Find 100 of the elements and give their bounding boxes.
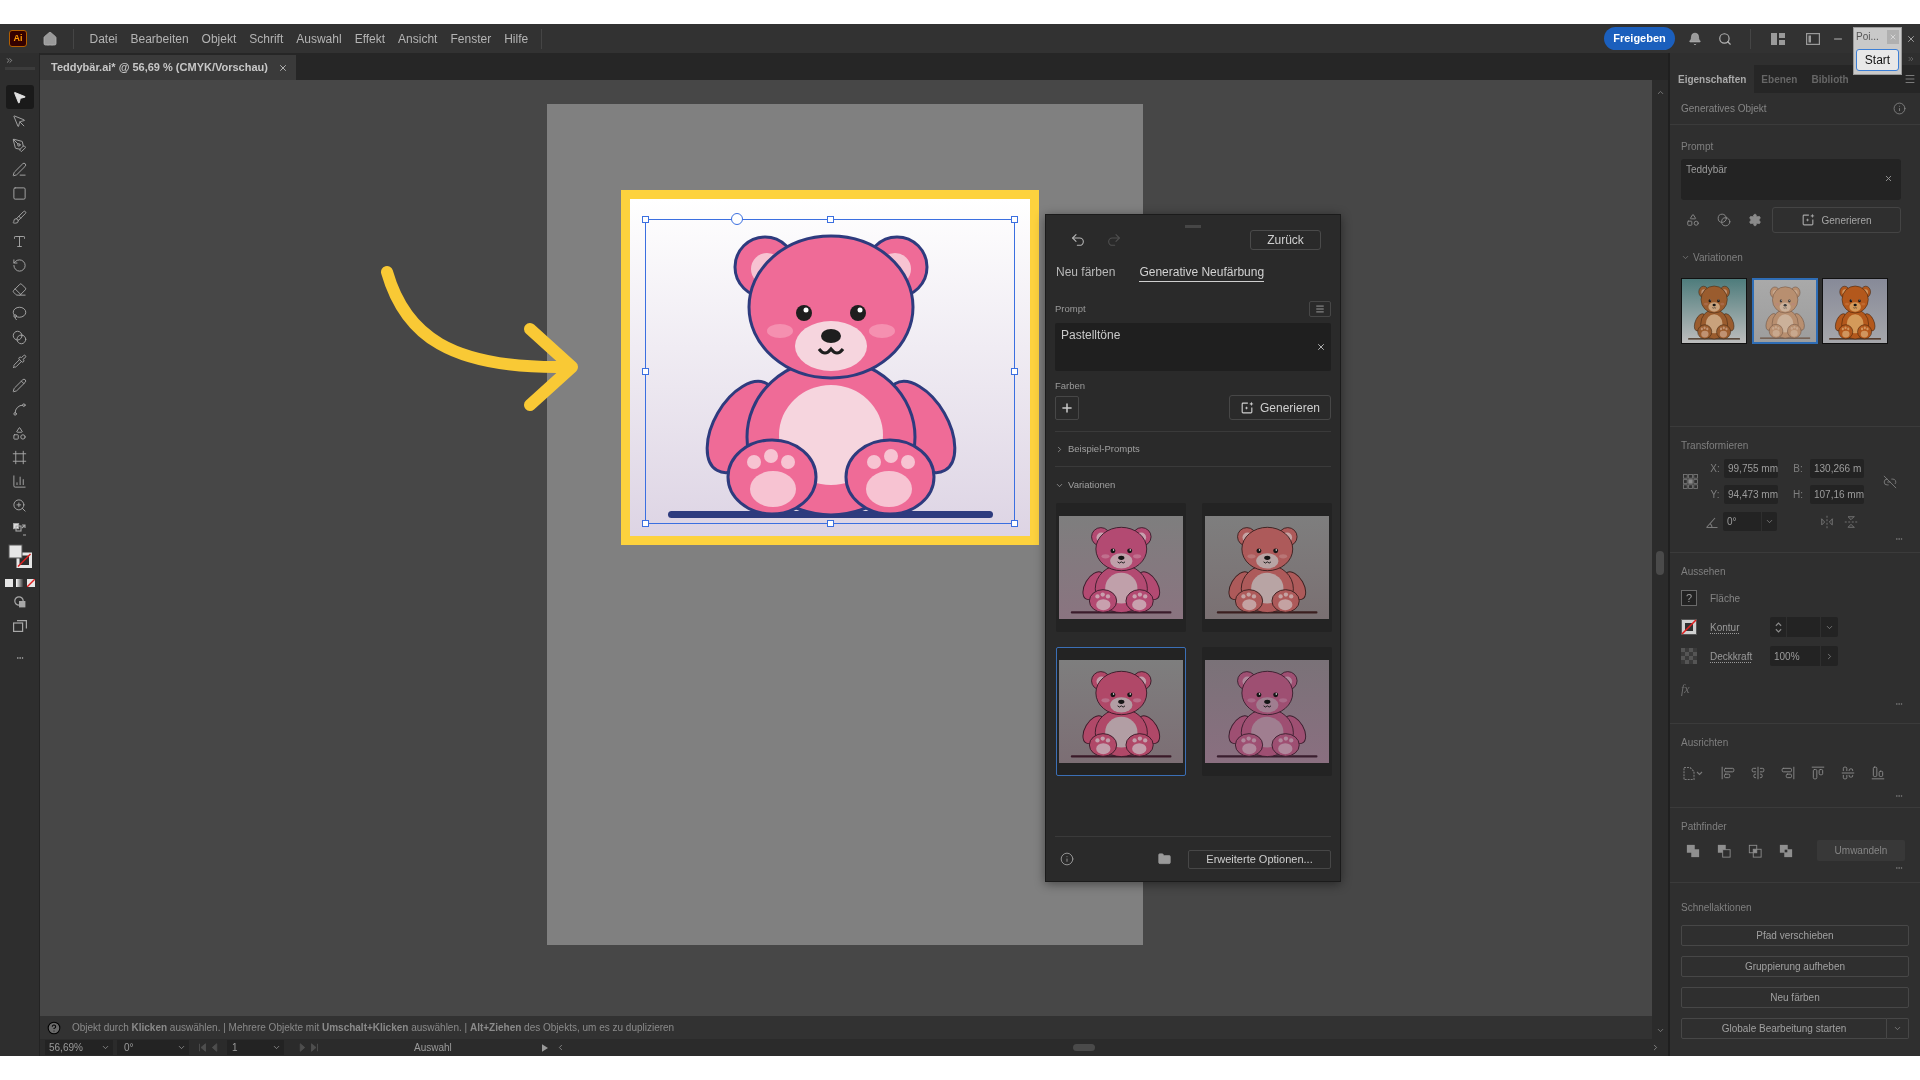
notifications-button[interactable]	[1688, 31, 1702, 46]
panel-layout-button[interactable]	[1806, 32, 1820, 45]
resize-handle[interactable]	[1011, 368, 1018, 375]
folder-button[interactable]	[1157, 852, 1172, 866]
advanced-options-button[interactable]: Erweiterte Optionen...	[1188, 849, 1331, 869]
quick-action-button[interactable]: Gruppierung aufheben	[1681, 956, 1909, 977]
prompt-field[interactable]: Teddybär	[1681, 159, 1901, 200]
menu-item[interactable]: Ansicht	[391, 27, 444, 50]
quick-action-button[interactable]: Neu färben	[1681, 987, 1909, 1008]
share-button[interactable]: Freigeben	[1604, 27, 1675, 50]
color-blend-button[interactable]	[1717, 213, 1731, 227]
artboard-field[interactable]: 1	[227, 1040, 284, 1055]
add-color-button[interactable]	[1055, 395, 1079, 420]
resize-handle[interactable]	[642, 216, 649, 223]
menu-item[interactable]: Hilfe	[497, 27, 535, 50]
resize-handle[interactable]	[827, 520, 834, 527]
section-toggle[interactable]: Variationen	[1055, 477, 1116, 493]
resize-handle[interactable]	[1011, 520, 1018, 527]
measurement-field[interactable]: 130,266 m	[1810, 459, 1864, 478]
info-button[interactable]	[1893, 102, 1906, 115]
exclude-icon[interactable]	[1779, 843, 1793, 858]
tool-menu-button[interactable]	[541, 1043, 548, 1052]
opacity-field[interactable]: 100%	[1770, 646, 1838, 666]
section-toggle[interactable]: Beispiel-Prompts	[1055, 441, 1140, 457]
quick-action-button[interactable]: Globale Bearbeitung starten	[1681, 1018, 1887, 1039]
rotation-field[interactable]: 0°	[117, 1040, 189, 1055]
align-top-button[interactable]	[1811, 766, 1825, 780]
style-reference-button[interactable]	[1686, 213, 1700, 227]
variation-thumbnail[interactable]	[1822, 278, 1888, 344]
settings-button[interactable]	[1748, 213, 1762, 227]
resize-handle[interactable]	[642, 368, 649, 375]
tool-button[interactable]	[5, 85, 34, 109]
align-to-dropdown-icon[interactable]	[1683, 766, 1703, 780]
opacity-link[interactable]: Deckkraft	[1710, 648, 1753, 664]
fill-swatch[interactable]: ?	[1681, 590, 1697, 606]
options-menu-button[interactable]	[1309, 301, 1331, 317]
scroll-right-button[interactable]	[1651, 1043, 1660, 1052]
align-bottom-button[interactable]	[1871, 766, 1885, 780]
minus-front-icon[interactable]	[1717, 843, 1731, 858]
flip-vertical-button[interactable]	[1844, 514, 1858, 529]
measurement-field[interactable]: 99,755 mm	[1724, 459, 1778, 478]
stroke-weight-field[interactable]	[1770, 617, 1838, 637]
clear-button[interactable]	[1316, 342, 1326, 352]
menu-item[interactable]: Datei	[83, 27, 124, 50]
align-center-button[interactable]	[1751, 766, 1765, 780]
menu-item[interactable]: Schrift	[242, 27, 290, 50]
close-tab-button[interactable]	[277, 62, 288, 73]
screen-mode-icon[interactable]	[12, 620, 27, 632]
undo-button[interactable]	[1070, 232, 1086, 248]
section-toggle[interactable]: Variationen	[1681, 249, 1743, 265]
clear-button[interactable]	[1884, 174, 1893, 183]
search-button[interactable]	[1718, 31, 1732, 46]
measurement-field[interactable]: 94,473 mm	[1724, 485, 1778, 504]
tab[interactable]: Generative Neufärbung	[1139, 265, 1265, 282]
scroll-thumb[interactable]	[1072, 1044, 1095, 1051]
start-button[interactable]: Start	[1856, 49, 1899, 71]
back-button[interactable]: Zurück	[1250, 230, 1321, 250]
fill-stroke-icon[interactable]	[7, 544, 32, 568]
flip-horizontal-button[interactable]	[1820, 514, 1834, 529]
draw-mode-icon[interactable]	[13, 596, 26, 608]
align-left-button[interactable]	[1721, 766, 1735, 780]
constrain-button[interactable]	[1883, 474, 1897, 489]
swap-colors-icon[interactable]	[12, 523, 27, 537]
menu-item[interactable]: Auswahl	[289, 27, 349, 50]
align-middle-button[interactable]	[1841, 766, 1855, 780]
resize-handle[interactable]	[1011, 216, 1018, 223]
stroke-swatch-icon[interactable]	[1681, 619, 1697, 635]
no-color-swatch-icon[interactable]	[26, 579, 35, 587]
measurement-field[interactable]: 107,16 mm	[1810, 485, 1864, 504]
reference-point-icon[interactable]	[1683, 474, 1698, 489]
menu-item[interactable]: Effekt	[348, 27, 392, 50]
variation-thumbnail[interactable]	[1202, 503, 1332, 632]
menu-item[interactable]: Objekt	[195, 27, 243, 50]
unite-icon[interactable]	[1686, 843, 1700, 858]
quick-action-button[interactable]: Pfad verschieben	[1681, 925, 1909, 946]
variation-thumbnail[interactable]	[1056, 503, 1186, 632]
resize-handle[interactable]	[642, 520, 649, 527]
checkerboard-swatch-icon[interactable]	[1681, 648, 1697, 664]
prompt-field[interactable]: Pastelltöne	[1055, 323, 1331, 371]
color-swatch-icon[interactable]	[4, 579, 13, 587]
variation-thumbnail[interactable]	[1751, 278, 1818, 344]
variation-thumbnail[interactable]	[1056, 647, 1186, 776]
panel-tab[interactable]: Eigenschaften	[1670, 65, 1755, 93]
generate-button[interactable]: Generieren	[1772, 207, 1901, 233]
scroll-up-button[interactable]	[1655, 88, 1665, 97]
align-right-button[interactable]	[1781, 766, 1795, 780]
panel-menu-button[interactable]	[1904, 73, 1916, 85]
variation-thumbnail[interactable]	[1681, 278, 1747, 344]
menu-item[interactable]: Fenster	[443, 27, 498, 50]
intersect-icon[interactable]	[1748, 843, 1762, 858]
document-tab[interactable]: Teddybär.ai* @ 56,69 % (CMYK/Vorschau)	[40, 55, 296, 80]
scroll-down-button[interactable]	[1655, 1026, 1665, 1035]
gradient-swatch-icon[interactable]	[15, 579, 24, 587]
close-window-button[interactable]	[1906, 33, 1916, 44]
info-button[interactable]	[1060, 852, 1074, 866]
workspace-button[interactable]	[1771, 32, 1785, 45]
stroke-link[interactable]: Kontur	[1710, 619, 1740, 635]
tab[interactable]: Neu färben	[1056, 265, 1116, 282]
menu-item[interactable]: Bearbeiten	[124, 27, 196, 50]
variation-thumbnail[interactable]	[1202, 647, 1332, 776]
